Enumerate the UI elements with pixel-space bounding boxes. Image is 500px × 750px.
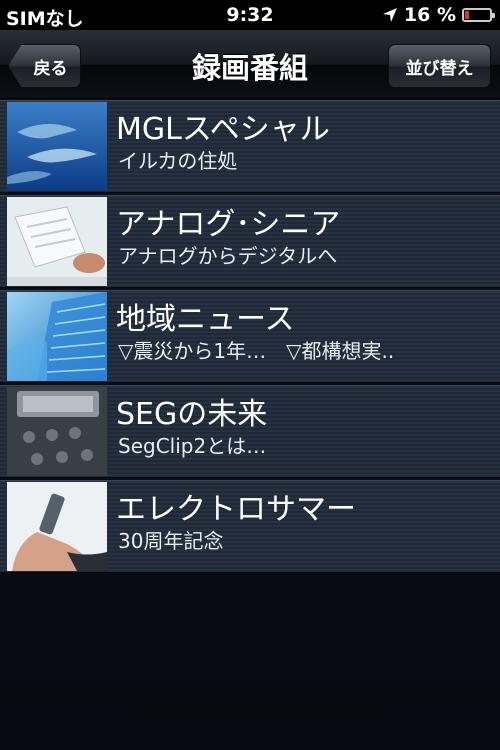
list-item[interactable]: MGLスペシャル イルカの住処 — [0, 100, 500, 193]
program-subtitle: ▽震災から1年… ▽都構想実.. — [118, 339, 395, 363]
list-item[interactable]: エレクトロサマー 30周年記念 — [0, 480, 500, 573]
laptop-image — [7, 197, 107, 286]
battery-icon — [462, 8, 495, 22]
dolphins-image — [7, 102, 107, 191]
recorded-program-list: MGLスペシャル イルカの住処 アナログ･シニア アナログからデジタルへ 地域ニ… — [0, 100, 500, 575]
program-subtitle: アナログからデジタルへ — [118, 244, 338, 268]
program-subtitle: 30周年記念 — [118, 529, 224, 553]
program-subtitle: SegClip2とは… — [118, 434, 267, 458]
phone-hand-image — [7, 482, 107, 571]
screen: SIMなし 9:32 16 % 戻る 録画番組 並び替え MGLスペシャル イル… — [0, 0, 500, 750]
status-bar: SIMなし 9:32 16 % — [0, 0, 500, 30]
sort-button[interactable]: 並び替え — [388, 44, 491, 88]
battery-level — [465, 11, 469, 19]
program-title: アナログ･シニア — [116, 207, 341, 242]
program-title: SEGの未来 — [116, 397, 268, 432]
location-arrow-icon — [382, 7, 398, 23]
skyscraper-image — [7, 292, 107, 381]
program-subtitle: イルカの住処 — [118, 149, 238, 173]
remote-control-image — [7, 387, 107, 476]
navigation-bar: 戻る 録画番組 並び替え — [0, 30, 500, 99]
list-item[interactable]: アナログ･シニア アナログからデジタルへ — [0, 195, 500, 288]
list-item[interactable]: 地域ニュース ▽震災から1年… ▽都構想実.. — [0, 290, 500, 383]
program-title: MGLスペシャル — [116, 112, 330, 147]
program-title: 地域ニュース — [116, 302, 295, 337]
program-title: エレクトロサマー — [116, 492, 356, 527]
battery-percent: 16 % — [403, 4, 456, 26]
status-right: 16 % — [382, 4, 495, 26]
list-item[interactable]: SEGの未来 SegClip2とは… — [0, 385, 500, 478]
